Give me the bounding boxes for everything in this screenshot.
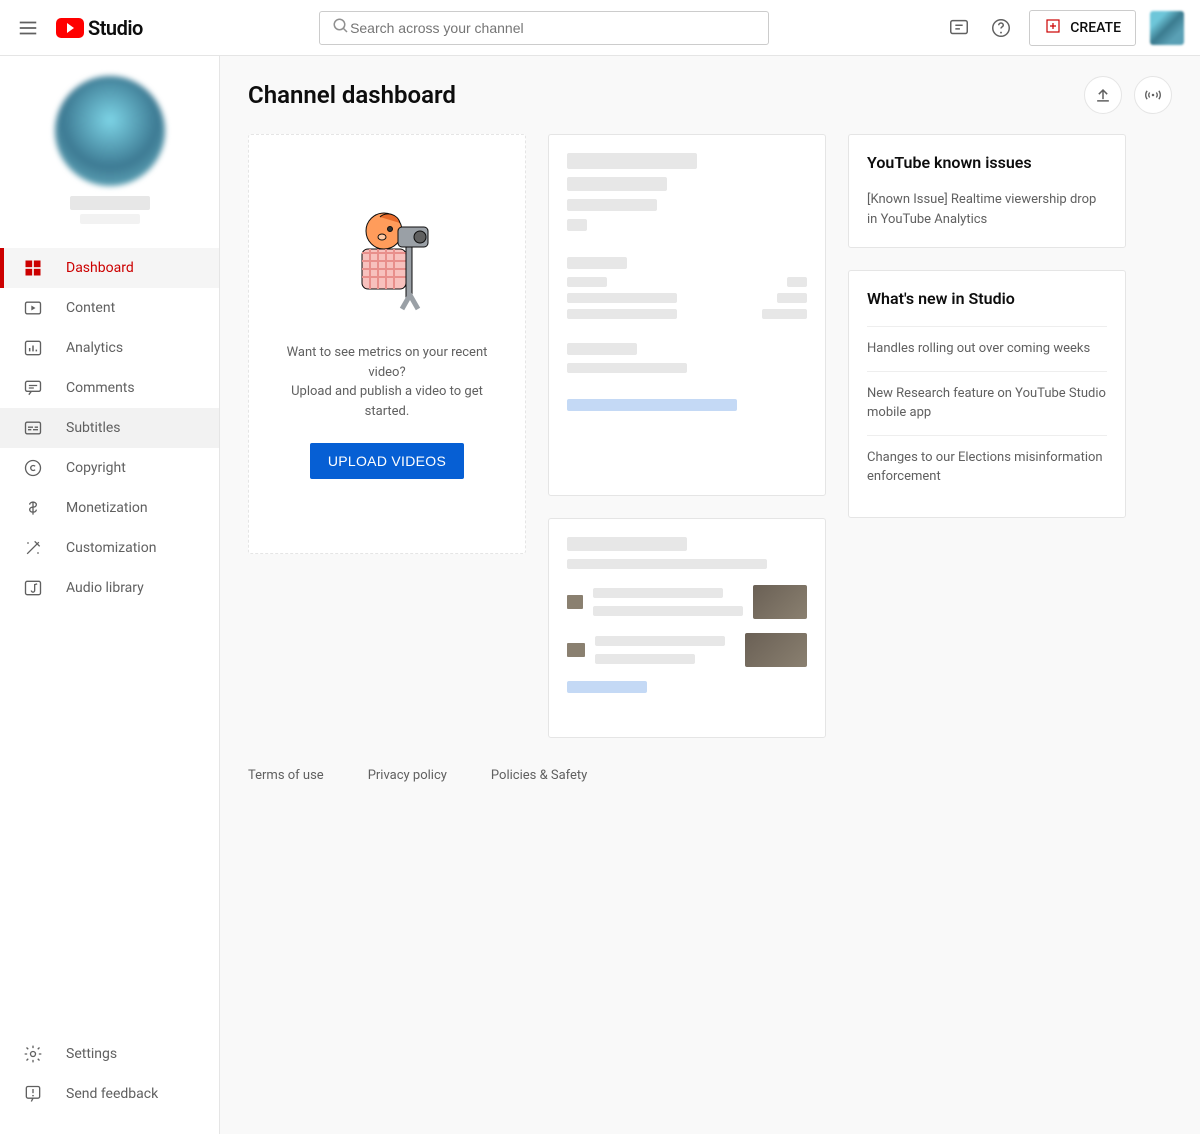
create-icon [1044, 17, 1062, 39]
sidebar-item-label: Copyright [66, 460, 126, 476]
recent-videos-card [548, 518, 826, 738]
subtitles-icon [22, 417, 44, 439]
sidebar-item-label: Content [66, 300, 115, 316]
whats-new-card: What's new in Studio Handles rolling out… [848, 270, 1126, 518]
channel-block[interactable] [0, 56, 219, 248]
news-item[interactable]: New Research feature on YouTube Studio m… [867, 371, 1107, 435]
chat-help-icon[interactable] [945, 14, 973, 42]
known-issues-title: YouTube known issues [867, 153, 1107, 172]
main-content: Channel dashboard [220, 56, 1200, 1134]
footer-privacy[interactable]: Privacy policy [368, 768, 447, 783]
whats-new-title: What's new in Studio [867, 289, 1107, 308]
page-title: Channel dashboard [248, 81, 456, 109]
page-actions [1084, 76, 1172, 114]
settings-icon [22, 1043, 44, 1065]
footer-terms[interactable]: Terms of use [248, 768, 324, 783]
sidebar-item-label: Monetization [66, 500, 148, 516]
upload-prompt-card: Want to see metrics on your recent video… [248, 134, 526, 554]
analytics-summary-card [548, 134, 826, 496]
audio-library-icon [22, 577, 44, 599]
header-right: CREATE [945, 10, 1184, 46]
column-2 [548, 134, 826, 738]
column-3: YouTube known issues [Known Issue] Realt… [848, 134, 1126, 518]
sidebar: Dashboard Content Analytics Comments [0, 56, 220, 1134]
sidebar-item-label: Audio library [66, 580, 144, 596]
customization-icon [22, 537, 44, 559]
upload-videos-button[interactable]: UPLOAD VIDEOS [310, 443, 464, 479]
sidebar-item-dashboard[interactable]: Dashboard [0, 248, 219, 288]
news-item[interactable]: Changes to our Elections misinformation … [867, 435, 1107, 499]
copyright-icon [22, 457, 44, 479]
sidebar-item-label: Customization [66, 540, 156, 556]
page-header: Channel dashboard [248, 76, 1172, 114]
help-icon[interactable] [987, 14, 1015, 42]
nav-items: Dashboard Content Analytics Comments [0, 248, 219, 1034]
search-box[interactable] [319, 11, 769, 45]
sidebar-item-copyright[interactable]: Copyright [0, 448, 219, 488]
sidebar-item-settings[interactable]: Settings [0, 1034, 219, 1074]
known-issues-card: YouTube known issues [Known Issue] Realt… [848, 134, 1126, 248]
upload-shortcut-button[interactable] [1084, 76, 1122, 114]
sidebar-item-monetization[interactable]: Monetization [0, 488, 219, 528]
sidebar-bottom: Settings Send feedback [0, 1034, 219, 1134]
sidebar-item-label: Dashboard [66, 260, 134, 276]
search-input[interactable] [350, 20, 756, 36]
sidebar-item-label: Comments [66, 380, 135, 396]
sidebar-item-comments[interactable]: Comments [0, 368, 219, 408]
youtube-studio-logo[interactable]: Studio [56, 16, 143, 40]
content-icon [22, 297, 44, 319]
sidebar-item-label: Settings [66, 1046, 117, 1062]
footer-links: Terms of use Privacy policy Policies & S… [248, 768, 1172, 783]
sidebar-item-label: Send feedback [66, 1086, 158, 1102]
sidebar-item-audio-library[interactable]: Audio library [0, 568, 219, 608]
sidebar-item-label: Analytics [66, 340, 123, 356]
hamburger-menu-icon[interactable] [16, 16, 40, 40]
sidebar-item-customization[interactable]: Customization [0, 528, 219, 568]
channel-subtitle [80, 214, 140, 224]
channel-avatar [55, 76, 165, 186]
footer-policies[interactable]: Policies & Safety [491, 768, 587, 783]
app-body: Dashboard Content Analytics Comments [0, 56, 1200, 1134]
comments-icon [22, 377, 44, 399]
app-header: Studio CREATE [0, 0, 1200, 56]
sidebar-item-label: Subtitles [66, 420, 121, 436]
channel-name [70, 196, 150, 210]
sidebar-item-analytics[interactable]: Analytics [0, 328, 219, 368]
search-icon [332, 17, 350, 39]
account-avatar[interactable] [1150, 11, 1184, 45]
sidebar-item-subtitles[interactable]: Subtitles [0, 408, 219, 448]
dashboard-columns: Want to see metrics on your recent video… [248, 134, 1172, 738]
dashboard-icon [22, 257, 44, 279]
analytics-icon [22, 337, 44, 359]
sidebar-item-feedback[interactable]: Send feedback [0, 1074, 219, 1114]
create-label: CREATE [1070, 20, 1121, 36]
go-live-button[interactable] [1134, 76, 1172, 114]
upload-prompt-text: Want to see metrics on your recent video… [267, 343, 507, 421]
youtube-play-icon [56, 18, 84, 38]
logo-text: Studio [88, 16, 143, 40]
column-1: Want to see metrics on your recent video… [248, 134, 526, 554]
upload-illustration [332, 209, 442, 321]
monetization-icon [22, 497, 44, 519]
create-button[interactable]: CREATE [1029, 10, 1136, 46]
feedback-icon [22, 1083, 44, 1105]
known-issue-link[interactable]: [Known Issue] Realtime viewership drop i… [867, 190, 1107, 229]
search-wrap [143, 11, 945, 45]
news-item[interactable]: Handles rolling out over coming weeks [867, 326, 1107, 371]
sidebar-item-content[interactable]: Content [0, 288, 219, 328]
